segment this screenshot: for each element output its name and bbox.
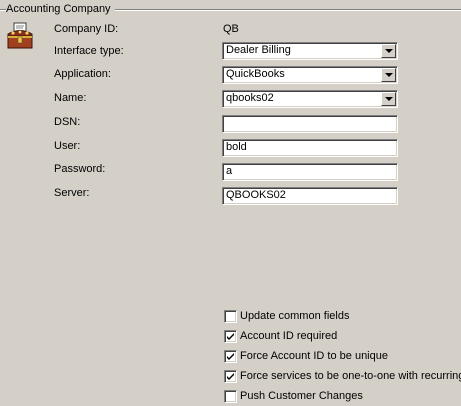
- checkbox-box[interactable]: [224, 310, 237, 323]
- user-input[interactable]: bold: [222, 139, 398, 157]
- user-label: User:: [54, 140, 81, 152]
- interface-type-value: Dealer Billing: [226, 44, 291, 56]
- checkbox-box[interactable]: [224, 370, 237, 383]
- chevron-down-icon: [385, 49, 393, 53]
- checkmark-icon: [227, 333, 234, 340]
- name-value: qbooks02: [226, 92, 274, 104]
- push-customer-changes-label[interactable]: Push Customer Changes: [240, 390, 363, 403]
- interface-type-label: Interface type:: [54, 45, 124, 57]
- interface-type-select[interactable]: Dealer Billing: [222, 42, 398, 60]
- checkbox-box[interactable]: [224, 390, 237, 403]
- dsn-input[interactable]: [222, 115, 398, 133]
- chevron-down-icon: [385, 97, 393, 101]
- name-dropdown-button[interactable]: [381, 92, 396, 106]
- application-value: QuickBooks: [226, 68, 285, 80]
- checkbox-box[interactable]: [224, 330, 237, 343]
- name-select[interactable]: qbooks02: [222, 90, 398, 108]
- checkmark-icon: [227, 353, 234, 360]
- interface-type-dropdown-button[interactable]: [381, 44, 396, 58]
- force-unique-account-id-label[interactable]: Force Account ID to be unique: [240, 350, 388, 363]
- password-label: Password:: [54, 163, 106, 175]
- account-id-required-label[interactable]: Account ID required: [240, 330, 337, 343]
- checkmark-icon: [227, 373, 234, 380]
- checkbox-box[interactable]: [224, 350, 237, 363]
- application-label: Application:: [54, 68, 111, 80]
- chevron-down-icon: [385, 73, 393, 77]
- name-label: Name:: [54, 92, 87, 104]
- company-id-label: Company ID:: [54, 23, 119, 35]
- company-id-value: QB: [223, 23, 239, 35]
- treasure-chest-icon: [5, 22, 35, 50]
- server-label: Server:: [54, 187, 90, 199]
- password-input[interactable]: a: [222, 163, 398, 181]
- group-title: Accounting Company: [6, 3, 115, 16]
- application-select[interactable]: QuickBooks: [222, 66, 398, 84]
- update-common-fields-label[interactable]: Update common fields: [240, 310, 349, 323]
- force-services-one-to-one-label[interactable]: Force services to be one-to-one with rec…: [240, 370, 461, 383]
- server-input[interactable]: QBOOKS02: [222, 187, 398, 205]
- dsn-label: DSN:: [54, 116, 81, 128]
- application-dropdown-button[interactable]: [381, 68, 396, 82]
